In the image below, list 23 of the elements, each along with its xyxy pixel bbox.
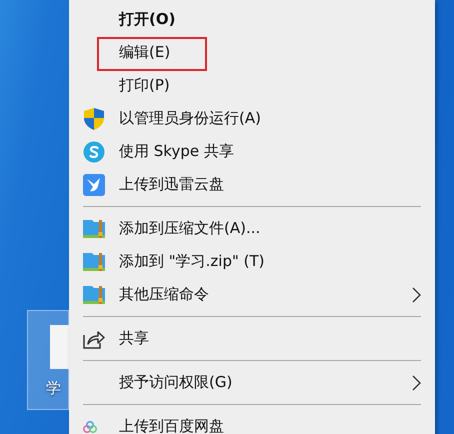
menu-item[interactable]: 添加到 "学习.zip" (T) — [69, 245, 435, 278]
skype-icon — [83, 140, 105, 162]
menu-item[interactable]: 共享 — [69, 322, 435, 355]
menu-item[interactable]: 打开(O) — [69, 3, 435, 36]
menu-item[interactable]: 以管理员身份运行(A) — [69, 102, 435, 135]
chevron-right-icon — [412, 286, 421, 302]
cloud-icon — [83, 420, 97, 432]
menu-item[interactable]: 其他压缩命令 — [69, 278, 435, 311]
file-name: 学 — [46, 379, 61, 398]
bird-icon — [83, 174, 105, 196]
menu-item[interactable]: 上传到迅雷云盘 — [69, 168, 435, 201]
menu-item[interactable]: 授予访问权限(G) — [69, 366, 435, 399]
archive-icon — [83, 284, 105, 306]
archive-icon — [83, 218, 105, 240]
menu-item[interactable]: 使用 Skype 共享 — [69, 135, 435, 168]
menu-item[interactable]: 打印(P) — [69, 69, 435, 102]
menu-item[interactable]: 添加到压缩文件(A)... — [69, 212, 435, 245]
menu-item[interactable]: 编辑(E) — [69, 36, 435, 69]
chevron-right-icon — [412, 374, 421, 390]
menu-item[interactable]: 上传到百度网盘 — [69, 410, 435, 434]
archive-icon — [83, 250, 105, 272]
share-icon — [83, 328, 105, 348]
shield-icon — [83, 106, 105, 130]
